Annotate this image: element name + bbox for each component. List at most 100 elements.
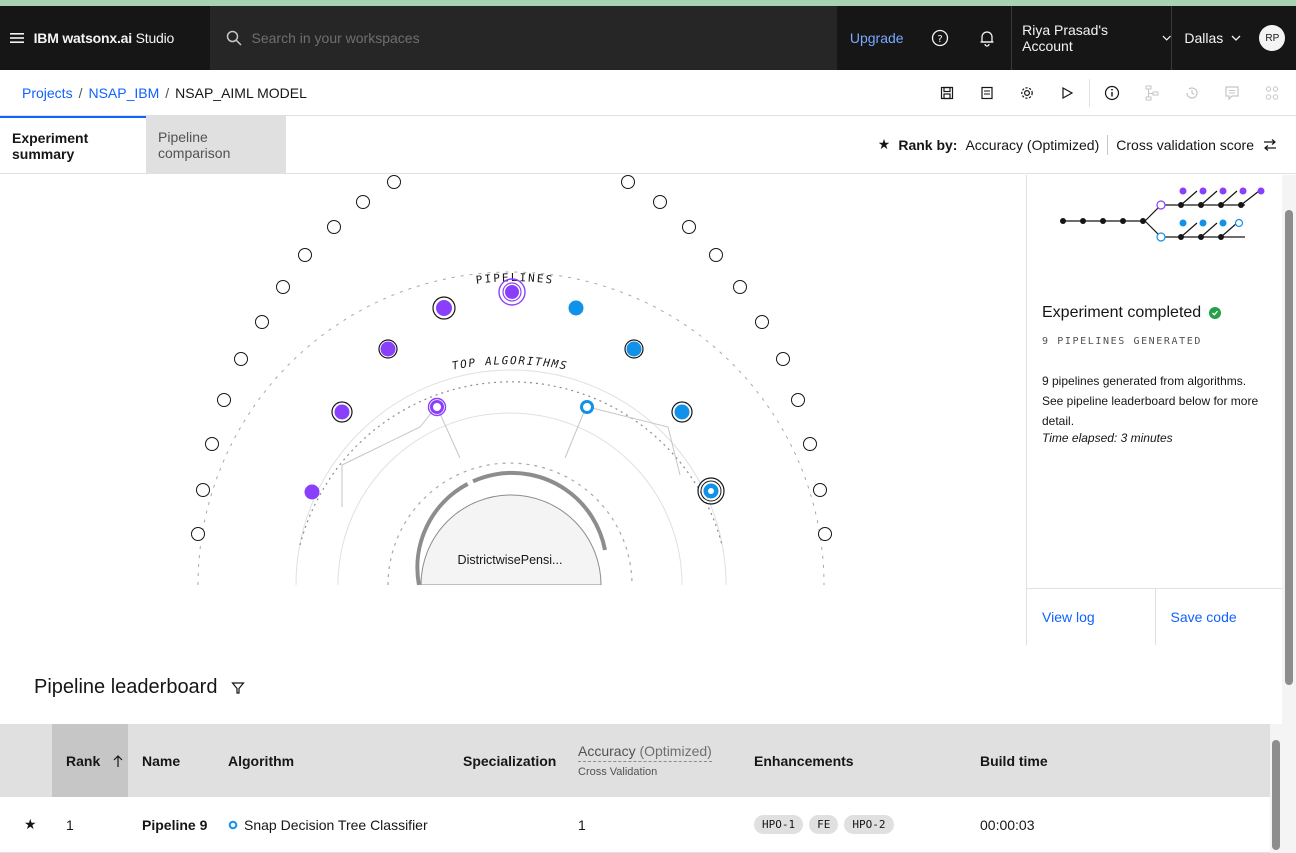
bell-icon bbox=[980, 31, 994, 47]
breadcrumb-projects[interactable]: Projects bbox=[22, 85, 73, 101]
header-accuracy-main: Accuracy bbox=[578, 743, 636, 759]
lineage-button[interactable] bbox=[1132, 70, 1172, 116]
pipeline-node[interactable] bbox=[505, 285, 519, 299]
gear-icon bbox=[1021, 86, 1033, 99]
breadcrumb-separator: / bbox=[78, 84, 83, 101]
page-scrollbar[interactable] bbox=[1282, 175, 1296, 853]
time-elapsed: Time elapsed: 3 minutes bbox=[1042, 431, 1173, 445]
experiment-description: 9 pipelines generated from algorithms. S… bbox=[1042, 374, 1259, 428]
save-code-link[interactable]: Save code bbox=[1154, 589, 1284, 645]
breadcrumb: Projects / NSAP_IBM / NSAP_AIML MODEL bbox=[0, 85, 927, 101]
leaderboard-header: Pipeline leaderboard bbox=[34, 676, 246, 699]
page-scrollbar-thumb[interactable] bbox=[1285, 210, 1293, 685]
dataset-label: DistrictwisePensi... bbox=[458, 553, 563, 567]
comment-icon bbox=[1225, 85, 1239, 100]
star-icon: ★ bbox=[24, 816, 37, 832]
row-star[interactable]: ★ bbox=[0, 797, 52, 852]
table-row[interactable]: ★ 1 Pipeline 9 Snap Decision Tree Classi… bbox=[0, 797, 1270, 853]
header-accuracy-subtitle: Cross Validation bbox=[578, 766, 658, 778]
pipeline-node[interactable] bbox=[674, 404, 690, 420]
account-name: Riya Prasad's Account bbox=[1022, 22, 1109, 54]
info-button[interactable] bbox=[1092, 70, 1132, 116]
pipeline-mini-diagram bbox=[1060, 187, 1265, 242]
row-algorithm-label: Snap Decision Tree Classifier bbox=[244, 816, 428, 833]
algorithm-node-purple[interactable] bbox=[430, 400, 444, 414]
dataset-node[interactable] bbox=[420, 494, 602, 585]
filter-icon[interactable] bbox=[231, 681, 246, 695]
header-enhancements[interactable]: Enhancements bbox=[740, 724, 966, 797]
header-specialization[interactable]: Specialization bbox=[449, 724, 564, 797]
rank-score: Cross validation score bbox=[1116, 136, 1254, 153]
experiment-status-title: Experiment completed bbox=[1042, 304, 1222, 322]
hamburger-menu-button[interactable] bbox=[0, 6, 34, 70]
upgrade-link[interactable]: Upgrade bbox=[837, 6, 916, 70]
header-name[interactable]: Name bbox=[128, 724, 214, 797]
header-accuracy[interactable]: Accuracy (Optimized) Cross Validation bbox=[564, 724, 740, 797]
tabs-bar: Experiment summary Pipeline comparison ★… bbox=[0, 116, 1296, 174]
view-log-link[interactable]: View log bbox=[1027, 589, 1155, 645]
pipeline-node[interactable] bbox=[380, 341, 396, 357]
notebook-icon bbox=[981, 86, 993, 99]
search-input[interactable]: Search in your workspaces bbox=[209, 6, 838, 70]
row-name[interactable]: Pipeline 9 bbox=[128, 797, 214, 852]
pipelines-generated-count: 9 PIPELINES GENERATED bbox=[1042, 336, 1203, 347]
table-scrollbar-thumb[interactable] bbox=[1272, 740, 1280, 850]
experiment-status-panel: Experiment completed 9 PIPELINES GENERAT… bbox=[1026, 175, 1284, 645]
rank-by-control[interactable]: ★ Rank by: Accuracy (Optimized) Cross va… bbox=[878, 116, 1296, 173]
pipeline-node[interactable] bbox=[436, 300, 452, 316]
tab-pipeline-comparison[interactable]: Pipeline comparison bbox=[146, 116, 286, 173]
swap-icon[interactable] bbox=[1262, 138, 1278, 152]
leaderboard-table: Rank Name Algorithm Specialization Accur… bbox=[0, 724, 1270, 853]
apps-button[interactable] bbox=[1252, 70, 1292, 116]
breadcrumb-project[interactable]: NSAP_IBM bbox=[88, 85, 159, 101]
run-button[interactable] bbox=[1047, 70, 1087, 116]
breadcrumb-separator: / bbox=[165, 84, 170, 101]
header-build-time[interactable]: Build time bbox=[966, 724, 1166, 797]
brand-title[interactable]: IBM watsonx.ai Studio bbox=[34, 30, 210, 46]
header-algorithm[interactable]: Algorithm bbox=[214, 724, 449, 797]
settings-button[interactable] bbox=[1007, 70, 1047, 116]
pipeline-node[interactable] bbox=[626, 341, 642, 357]
user-avatar-button[interactable]: RP bbox=[1249, 6, 1296, 70]
save-button[interactable] bbox=[927, 70, 967, 116]
header-rank-label: Rank bbox=[66, 752, 101, 769]
connectors bbox=[341, 406, 681, 507]
enhancement-tag: HPO-1 bbox=[754, 815, 804, 834]
algorithm-marker-icon bbox=[228, 820, 238, 829]
status-text: Experiment completed bbox=[1042, 304, 1202, 321]
help-button[interactable]: ? bbox=[916, 6, 963, 70]
region-name: Dallas bbox=[1184, 30, 1224, 46]
rank-by-label: Rank by: bbox=[898, 136, 958, 153]
chevron-down-icon bbox=[1231, 35, 1241, 41]
star-icon: ★ bbox=[877, 136, 891, 152]
account-switcher[interactable]: Riya Prasad's Account bbox=[1011, 6, 1171, 70]
row-specialization bbox=[449, 797, 564, 852]
header-star-column bbox=[0, 724, 52, 797]
table-scrollbar[interactable] bbox=[1270, 724, 1282, 853]
enhancement-tag: HPO-2 bbox=[844, 815, 894, 834]
history-button[interactable] bbox=[1172, 70, 1212, 116]
pipeline-node[interactable] bbox=[334, 404, 350, 420]
toolbar-divider bbox=[1089, 78, 1090, 107]
comments-button[interactable] bbox=[1212, 70, 1252, 116]
toolbar bbox=[927, 70, 1296, 116]
apps-icon bbox=[1265, 85, 1279, 100]
notifications-button[interactable] bbox=[964, 6, 1011, 70]
rank-divider bbox=[1107, 134, 1109, 155]
search-placeholder: Search in your workspaces bbox=[251, 30, 420, 46]
history-icon bbox=[1186, 86, 1198, 99]
save-icon bbox=[940, 86, 954, 99]
notebook-button[interactable] bbox=[967, 70, 1007, 116]
region-switcher[interactable]: Dallas bbox=[1171, 6, 1248, 70]
pipeline-node[interactable] bbox=[568, 300, 584, 316]
rank-metric: Accuracy (Optimized) bbox=[965, 136, 1100, 153]
hamburger-icon bbox=[9, 33, 24, 43]
pipeline-nodes bbox=[304, 278, 725, 505]
breadcrumb-current: NSAP_AIML MODEL bbox=[175, 84, 307, 101]
help-icon: ? bbox=[931, 29, 949, 47]
header-rank[interactable]: Rank bbox=[52, 724, 128, 797]
pipeline-node[interactable] bbox=[304, 484, 320, 500]
algorithm-node-blue[interactable] bbox=[580, 400, 594, 414]
chevron-down-icon bbox=[1162, 35, 1171, 41]
tab-experiment-summary[interactable]: Experiment summary bbox=[0, 116, 146, 173]
